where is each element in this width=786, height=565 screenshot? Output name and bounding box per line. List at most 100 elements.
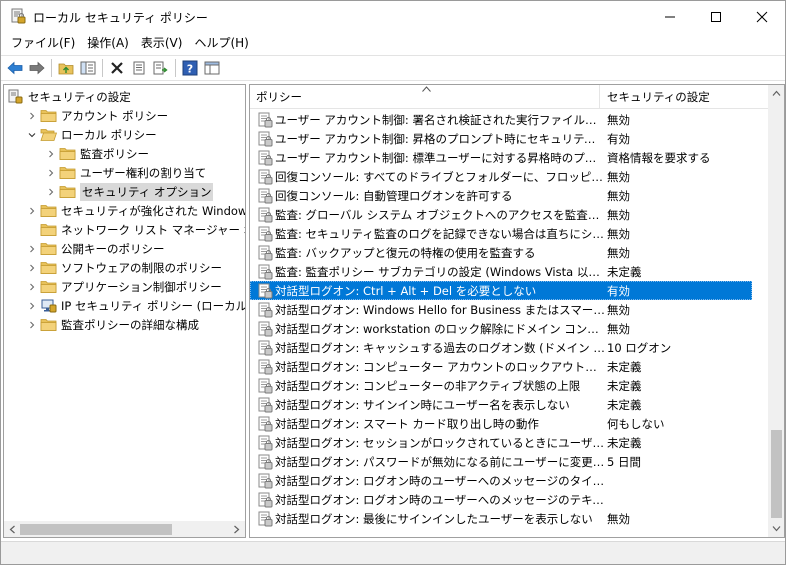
policy-row[interactable]: 対話型ログオン: スマート カード取り出し時の動作 何もしない xyxy=(250,414,752,433)
close-icon xyxy=(756,11,768,22)
tree-item[interactable]: IP セキュリティ ポリシー (ローカル コンピューター) xyxy=(26,296,245,315)
policy-row[interactable]: 対話型ログオン: セッションがロックされているときにユーザーの情報を表示する未定… xyxy=(250,433,752,452)
policy-setting-icon xyxy=(257,264,273,280)
tree-item[interactable]: ソフトウェアの制限のポリシー xyxy=(26,258,222,277)
policy-setting-icon xyxy=(257,207,273,223)
toolbar-separator xyxy=(51,59,52,77)
expand-chevron-icon[interactable] xyxy=(26,319,38,331)
help-button[interactable]: ? xyxy=(179,58,201,78)
policy-name: 対話型ログオン: パスワードが無効になる前にユーザーに変更を促す xyxy=(275,454,605,469)
properties-button[interactable] xyxy=(128,58,150,78)
policy-setting-value: 未定義 xyxy=(607,378,642,393)
tree-item[interactable]: 監査ポリシー xyxy=(45,144,149,163)
tree-item[interactable]: セキュリティ オプション xyxy=(45,182,214,201)
policy-row[interactable]: 監査: バックアップと復元の特権の使用を監査する 無効 xyxy=(250,243,752,262)
tree-item-label: セキュリティ オプション xyxy=(80,182,214,201)
expand-chevron-icon[interactable] xyxy=(45,186,57,198)
back-button[interactable] xyxy=(4,58,26,78)
policy-row[interactable]: 対話型ログオン: workstation のロック解除にドメイン コントローラー… xyxy=(250,319,752,338)
policy-row[interactable]: 対話型ログオン: パスワードが無効になる前にユーザーに変更を促す 5 日間 xyxy=(250,452,752,471)
horizontal-scroll-thumb[interactable] xyxy=(20,524,172,535)
policy-name: 回復コンソール: 自動管理ログオンを許可する xyxy=(275,188,513,203)
policy-row[interactable]: 対話型ログオン: コンピューターの非アクティブ状態の上限 未定義 xyxy=(250,376,752,395)
horizontal-scrollbar[interactable] xyxy=(4,521,245,537)
scroll-up-icon[interactable] xyxy=(772,89,781,98)
expand-chevron-icon[interactable] xyxy=(45,167,57,179)
policy-setting-icon xyxy=(257,321,273,337)
minimize-button[interactable] xyxy=(647,1,693,32)
policy-name: 対話型ログオン: サインイン時にユーザー名を表示しない xyxy=(275,397,570,412)
column-header-security-setting[interactable]: セキュリティの設定 xyxy=(601,85,768,109)
tree-item-label: 監査ポリシー xyxy=(80,146,149,161)
policy-row[interactable]: 対話型ログオン: コンピューター アカウントのロックアウトのしきい値未定義 xyxy=(250,357,752,376)
expand-chevron-icon[interactable] xyxy=(26,281,38,293)
show-hide-tree-button[interactable] xyxy=(77,58,99,78)
policy-row[interactable]: 回復コンソール: 自動管理ログオンを許可する 無効 xyxy=(250,186,752,205)
vertical-scroll-thumb[interactable] xyxy=(771,430,782,518)
tree-item[interactable]: アプリケーション制御ポリシー xyxy=(26,277,222,296)
tree-item-label: アプリケーション制御ポリシー xyxy=(61,279,222,294)
policy-row[interactable]: ユーザー アカウント制御: 署名され検証された実行ファイルのみを昇格する無効 xyxy=(250,110,752,129)
policy-setting-icon xyxy=(257,302,273,318)
policy-list-view[interactable]: ポリシー セキュリティの設定 ユーザー アカウント制御: 署名され検証された実行… xyxy=(249,84,785,538)
vertical-scrollbar[interactable] xyxy=(768,85,784,537)
policy-setting-icon xyxy=(257,169,273,185)
expand-chevron-icon[interactable] xyxy=(45,148,57,160)
tree-item[interactable]: 公開キーのポリシー xyxy=(26,239,165,258)
close-button[interactable] xyxy=(739,1,785,32)
view-icon xyxy=(204,61,220,75)
expand-chevron-icon[interactable] xyxy=(26,205,38,217)
folder-icon xyxy=(40,203,57,218)
policy-row[interactable]: 対話型ログオン: キャッシュする過去のログオン数 (ドメイン コントローラーが使… xyxy=(250,338,752,357)
view-button[interactable] xyxy=(201,58,223,78)
menu-action[interactable]: 操作(A) xyxy=(81,33,135,53)
export-list-button[interactable] xyxy=(150,58,172,78)
policy-setting-value: 5 日間 xyxy=(607,454,641,469)
menu-help[interactable]: ヘルプ(H) xyxy=(188,33,254,53)
policy-name: 対話型ログオン: 最後にサインインしたユーザーを表示しない xyxy=(275,511,593,526)
tree-item[interactable]: ユーザー権利の割り当て xyxy=(45,163,206,182)
expand-chevron-icon[interactable] xyxy=(26,110,38,122)
menu-file[interactable]: ファイル(F) xyxy=(5,33,81,53)
maximize-button[interactable] xyxy=(693,1,739,32)
delete-button[interactable] xyxy=(106,58,128,78)
scroll-left-icon[interactable] xyxy=(8,525,17,534)
tree-item[interactable]: ネットワーク リスト マネージャー ポリシー xyxy=(26,220,245,239)
policy-row[interactable]: ユーザー アカウント制御: 標準ユーザーに対する昇格時のプロンプトの動作資格情報… xyxy=(250,148,752,167)
expand-chevron-icon[interactable] xyxy=(26,262,38,274)
policy-row[interactable]: 回復コンソール: すべてのドライブとフォルダーに、フロッピーのコピーとアクセスを… xyxy=(250,167,752,186)
forward-button[interactable] xyxy=(26,58,48,78)
folder-icon xyxy=(40,317,57,332)
policy-setting-value: 未定義 xyxy=(607,264,642,279)
ip-policy-icon xyxy=(40,298,57,313)
policy-row[interactable]: 監査: グローバル システム オブジェクトへのアクセスを監査する 無効 xyxy=(250,205,752,224)
policy-row[interactable]: 対話型ログオン: Windows Hello for Business またはス… xyxy=(250,300,752,319)
policy-row[interactable]: ユーザー アカウント制御: 昇格のプロンプト時にセキュリティで保護されたデスクト… xyxy=(250,129,752,148)
policy-name: 対話型ログオン: スマート カード取り出し時の動作 xyxy=(275,416,539,431)
policy-row[interactable]: 対話型ログオン: Ctrl + Alt + Del を必要としない 有効 xyxy=(250,281,752,300)
policy-setting-value: 10 ログオン xyxy=(607,340,672,355)
policy-row[interactable]: 監査: セキュリティ監査のログを記録できない場合は直ちにシステムをシャットダウン… xyxy=(250,224,752,243)
tree-item-label: アカウント ポリシー xyxy=(61,108,169,123)
tree-item[interactable]: セキュリティが強化された Windows Defender ファイアウォール xyxy=(26,201,245,220)
properties-icon xyxy=(133,61,145,75)
policy-row[interactable]: 対話型ログオン: サインイン時にユーザー名を表示しない 未定義 xyxy=(250,395,752,414)
sort-ascending-icon xyxy=(422,86,431,92)
expand-chevron-icon[interactable] xyxy=(26,300,38,312)
console-tree[interactable]: セキュリティの設定アカウント ポリシーローカル ポリシー監査ポリシーユーザー権利… xyxy=(3,84,246,538)
tree-item[interactable]: 監査ポリシーの詳細な構成 xyxy=(26,315,199,334)
collapse-chevron-icon[interactable] xyxy=(26,129,38,141)
expand-chevron-icon[interactable] xyxy=(26,243,38,255)
tree-item[interactable]: ローカル ポリシー xyxy=(26,125,157,144)
policy-row[interactable]: 監査: 監査ポリシー サブカテゴリの設定 (Windows Vista 以降) … xyxy=(250,262,752,281)
menu-view[interactable]: 表示(V) xyxy=(135,33,189,53)
tree-item[interactable]: セキュリティの設定 xyxy=(7,87,131,106)
policy-row[interactable]: 対話型ログオン: ログオン時のユーザーへのメッセージのテキスト xyxy=(250,490,752,509)
scroll-down-icon[interactable] xyxy=(772,524,781,533)
policy-row[interactable]: 対話型ログオン: 最後にサインインしたユーザーを表示しない 無効 xyxy=(250,509,752,528)
policy-setting-icon xyxy=(257,188,273,204)
up-one-level-button[interactable] xyxy=(55,58,77,78)
scroll-right-icon[interactable] xyxy=(232,525,241,534)
tree-item[interactable]: アカウント ポリシー xyxy=(26,106,168,125)
policy-row[interactable]: 対話型ログオン: ログオン時のユーザーへのメッセージのタイトル xyxy=(250,471,752,490)
